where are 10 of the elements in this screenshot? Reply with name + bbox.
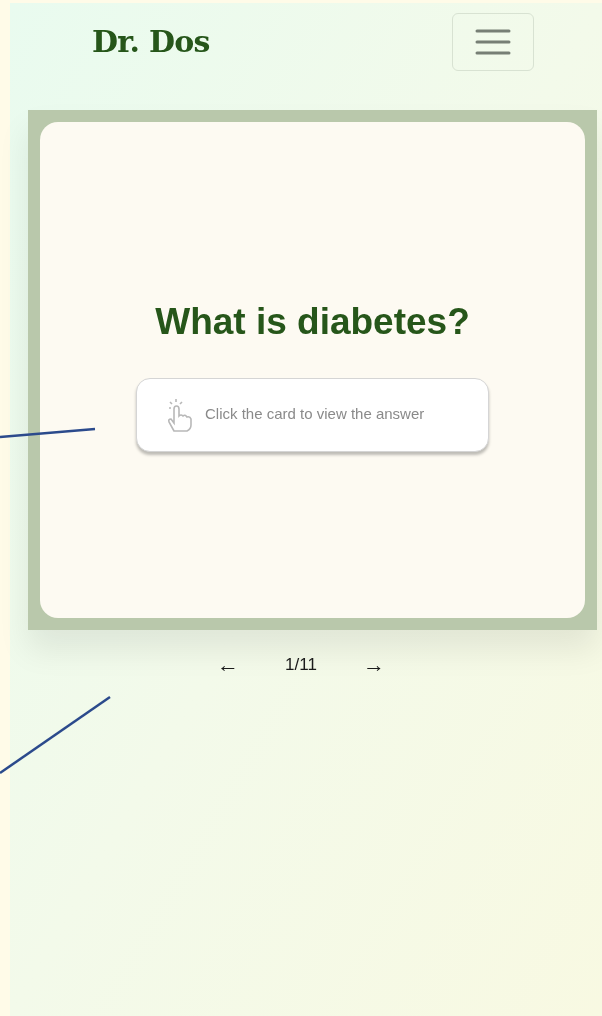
menu-button[interactable] (452, 12, 534, 71)
previous-button[interactable]: ← (217, 648, 240, 681)
tap-hand-icon (165, 396, 193, 433)
logo[interactable]: Dr. Dos (92, 19, 210, 64)
hint-text: Click the card to view the answer (205, 404, 425, 425)
flashcard[interactable]: What is diabetes? Click the card to view the answer (40, 122, 585, 618)
question: What is diabetes? (155, 300, 470, 344)
card-counter: 1/11 (285, 653, 317, 676)
next-button[interactable]: → (362, 648, 385, 681)
menu-icon (475, 28, 511, 55)
